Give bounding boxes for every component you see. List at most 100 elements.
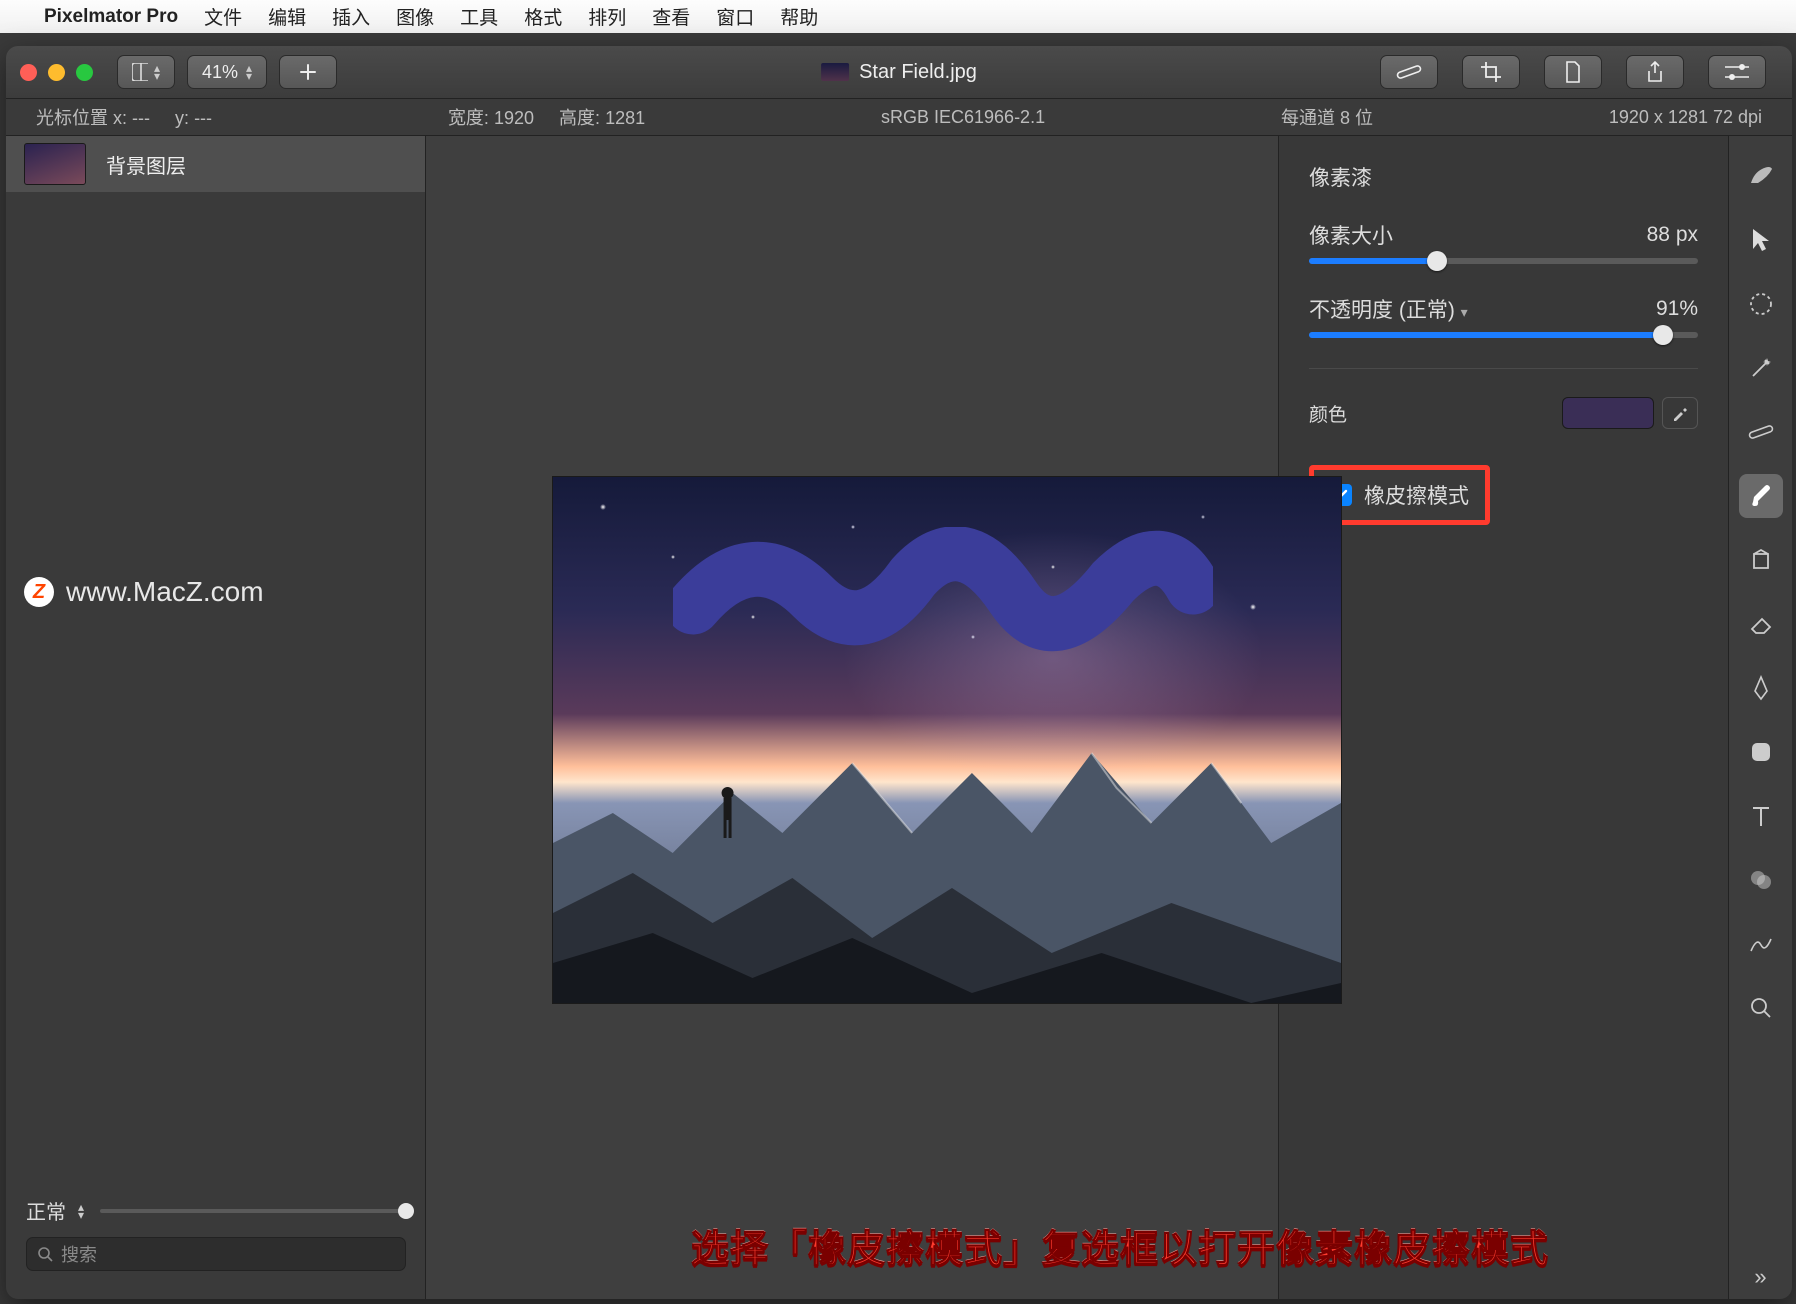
brush-picker-icon — [1748, 163, 1774, 189]
sidebar-toggle-button[interactable]: ▴▾ — [117, 55, 175, 89]
color-icon — [1749, 869, 1773, 891]
menu-insert[interactable]: 插入 — [332, 3, 370, 30]
menu-arrange[interactable]: 排列 — [588, 3, 626, 30]
document-title: Star Field.jpg — [821, 61, 977, 84]
export-button[interactable] — [1544, 55, 1602, 89]
tool-title: 像素漆 — [1309, 162, 1698, 192]
pixel-size-label: 像素大小 — [1309, 220, 1393, 250]
layer-opacity-slider[interactable] — [100, 1209, 406, 1213]
info-bar: 光标位置 x: --- y: --- 宽度: 1920 高度: 1281 sRG… — [6, 98, 1792, 136]
watermark-logo-icon: Z — [24, 577, 54, 607]
document-filename: Star Field.jpg — [859, 61, 977, 84]
bandage-icon — [1748, 423, 1774, 441]
shape-icon — [1750, 741, 1772, 763]
bandage-icon — [1396, 63, 1422, 81]
blend-mode-value: 正常 — [26, 1196, 66, 1225]
height-value: 1281 — [605, 108, 645, 128]
eyedropper-button[interactable] — [1662, 397, 1698, 429]
fullscreen-window-button[interactable] — [76, 64, 93, 81]
macos-menubar: Pixelmator Pro 文件 编辑 插入 图像 工具 格式 排列 查看 窗… — [0, 0, 1796, 33]
eyedropper-icon — [1671, 404, 1689, 422]
effects-tool[interactable] — [1739, 922, 1783, 966]
adjust-button[interactable] — [1708, 55, 1766, 89]
properties-panel: 像素漆 像素大小 88 px 不透明度 (正常) ▾ 91% 颜色 — [1278, 136, 1728, 1299]
watermark: Z www.MacZ.com — [24, 576, 264, 608]
layers-panel: 背景图层 Z www.MacZ.com 正常 ▴▾ 搜索 — [6, 136, 426, 1299]
menu-help[interactable]: 帮助 — [780, 3, 818, 30]
color-swatch[interactable] — [1562, 397, 1654, 429]
dims-value: 1920 x 1281 72 dpi — [1609, 107, 1762, 128]
layer-search-input[interactable]: 搜索 — [26, 1237, 406, 1271]
menu-edit[interactable]: 编辑 — [268, 3, 306, 30]
titlebar: ▴▾ 41% ▴▾ Star Field.jpg — [6, 46, 1792, 98]
pixel-size-value: 88 px — [1647, 223, 1698, 247]
share-button[interactable] — [1626, 55, 1684, 89]
repair-tool[interactable] — [1739, 410, 1783, 454]
layers-footer: 正常 ▴▾ 搜索 — [6, 1196, 426, 1271]
search-icon — [37, 1246, 53, 1262]
cursor-x-label: 光标位置 x: — [36, 108, 127, 128]
canvas-image[interactable] — [552, 476, 1342, 1004]
blend-mode-dropdown[interactable]: 正常 ▴▾ — [26, 1196, 84, 1225]
pen-icon — [1750, 675, 1772, 701]
brush-picker-tool[interactable] — [1739, 154, 1783, 198]
paint-tool[interactable] — [1739, 474, 1783, 518]
sidebar-icon — [132, 63, 148, 81]
layer-row[interactable]: 背景图层 — [6, 136, 425, 192]
fill-icon — [1750, 548, 1772, 572]
zoom-tool[interactable] — [1739, 986, 1783, 1030]
repair-tool-button[interactable] — [1380, 55, 1438, 89]
shape-tool[interactable] — [1739, 730, 1783, 774]
effects-icon — [1749, 933, 1773, 955]
opacity-label: 不透明度 (正常) — [1309, 299, 1455, 322]
paint-stroke — [673, 527, 1213, 687]
menu-file[interactable]: 文件 — [204, 3, 242, 30]
zoom-icon — [1750, 997, 1772, 1019]
color-label: 颜色 — [1309, 400, 1347, 427]
text-tool[interactable] — [1739, 794, 1783, 838]
menu-image[interactable]: 图像 — [396, 3, 434, 30]
depth-value: 每通道 8 位 — [1281, 104, 1373, 130]
more-icon: » — [1754, 1264, 1766, 1290]
menu-tools[interactable]: 工具 — [460, 3, 498, 30]
paint-icon — [1749, 484, 1773, 508]
add-button[interactable] — [279, 55, 337, 89]
chevron-down-icon[interactable]: ▾ — [1461, 304, 1468, 320]
magic-wand-icon — [1749, 356, 1773, 380]
zoom-value: 41% — [202, 62, 238, 83]
layer-thumbnail — [24, 143, 86, 185]
traffic-lights — [20, 64, 93, 81]
menu-view[interactable]: 查看 — [652, 3, 690, 30]
tools-panel: » — [1728, 136, 1792, 1299]
marquee-icon — [1749, 292, 1773, 316]
more-tools[interactable]: » — [1739, 1255, 1783, 1299]
pixel-size-slider[interactable] — [1309, 258, 1698, 264]
marquee-tool[interactable] — [1739, 282, 1783, 326]
color-adjust-tool[interactable] — [1739, 858, 1783, 902]
canvas-area[interactable]: 选择「橡皮擦模式」复选框以打开像素橡皮擦模式 — [426, 136, 1278, 1299]
pen-tool[interactable] — [1739, 666, 1783, 710]
cursor-x-value: --- — [132, 108, 150, 128]
zoom-dropdown[interactable]: 41% ▴▾ — [187, 55, 267, 89]
menu-format[interactable]: 格式 — [524, 3, 562, 30]
search-placeholder: 搜索 — [61, 1241, 97, 1267]
sliders-icon — [1725, 64, 1749, 80]
fill-tool[interactable] — [1739, 538, 1783, 582]
annotation-caption: 选择「橡皮擦模式」复选框以打开像素橡皮擦模式 — [691, 1218, 1549, 1273]
opacity-slider[interactable] — [1309, 332, 1698, 338]
document-thumb-icon — [821, 63, 849, 81]
menu-window[interactable]: 窗口 — [716, 3, 754, 30]
select-tool[interactable] — [1739, 218, 1783, 262]
magic-wand-tool[interactable] — [1739, 346, 1783, 390]
crop-icon — [1480, 61, 1502, 83]
width-label: 宽度: — [448, 108, 489, 128]
watermark-text: www.MacZ.com — [66, 576, 264, 608]
app-name[interactable]: Pixelmator Pro — [44, 6, 178, 28]
eraser-tool[interactable] — [1739, 602, 1783, 646]
text-icon — [1751, 805, 1771, 827]
crop-tool-button[interactable] — [1462, 55, 1520, 89]
cursor-y-value: --- — [194, 108, 212, 128]
cursor-y-label: y: — [175, 108, 189, 128]
close-window-button[interactable] — [20, 64, 37, 81]
minimize-window-button[interactable] — [48, 64, 65, 81]
